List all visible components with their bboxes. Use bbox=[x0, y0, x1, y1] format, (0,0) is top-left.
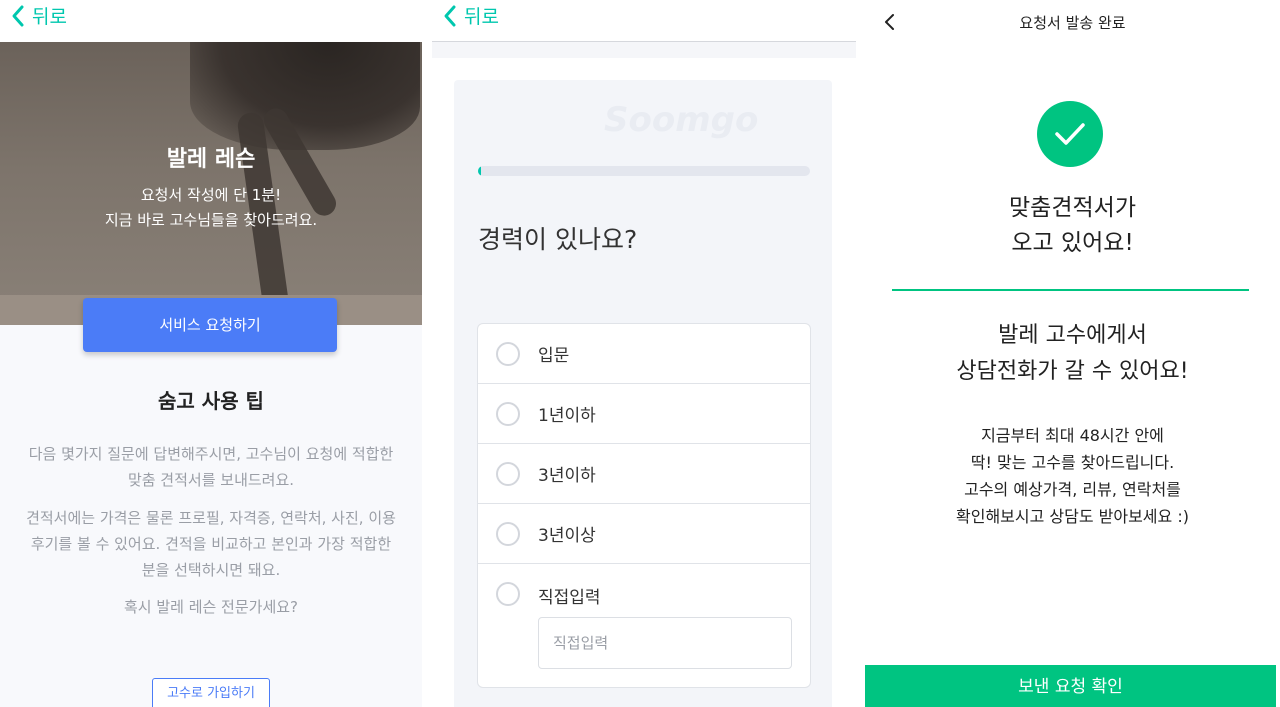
option-label: 직접입력 bbox=[538, 588, 601, 608]
radio-unchecked-icon[interactable] bbox=[496, 582, 520, 606]
tip-2: 견적서에는 가격은 물론 프로필, 자격증, 연락처, 사진, 이용 후기를 볼… bbox=[20, 505, 402, 583]
back-button[interactable]: 뒤로 bbox=[10, 2, 67, 29]
header-band bbox=[432, 42, 856, 58]
question-card: Soomgo 경력이 있나요? 입문 1년이하 3년이하 3년이상 직접입력 직… bbox=[454, 80, 832, 707]
tip-1-line2: 맞춤 견적서를 보내드려요. bbox=[127, 471, 295, 489]
option-label: 입문 bbox=[538, 346, 570, 366]
tip-1-line1: 다음 몇가지 질문에 답변해주시면, 고수님이 요청에 적합한 bbox=[28, 445, 394, 463]
chevron-left-icon bbox=[12, 5, 24, 26]
success-title-line1: 맞춤견적서가 bbox=[1009, 195, 1136, 221]
info-line1: 지금부터 최대 48시간 안에 bbox=[981, 426, 1164, 445]
success-badge bbox=[1037, 101, 1103, 167]
tip-2-line1: 견적서에는 가격은 물론 프로필, 자격증, 연락처, 사진, 이용 bbox=[26, 509, 396, 527]
option-label: 1년이하 bbox=[538, 406, 596, 426]
back-label: 뒤로 bbox=[464, 6, 499, 28]
option-item-direct[interactable]: 직접입력 bbox=[478, 564, 810, 687]
radio-unchecked-icon[interactable] bbox=[496, 521, 520, 546]
info-line2: 딱! 맞는 고수를 찾아드립니다. bbox=[970, 453, 1175, 472]
header-bar: 뒤로 bbox=[432, 0, 856, 42]
radio-unchecked-icon[interactable] bbox=[496, 461, 520, 486]
radio-unchecked-icon[interactable] bbox=[496, 341, 520, 366]
page-title: 요청서 발송 완료 bbox=[1019, 14, 1126, 32]
progress-fill bbox=[478, 166, 482, 176]
header-bar: 요청서 발송 완료 bbox=[865, 0, 1280, 44]
pro-signup-button[interactable]: 고수로 가입하기 bbox=[152, 678, 270, 707]
info-line3: 고수의 예상가격, 리뷰, 연락처를 bbox=[964, 480, 1181, 499]
header-bar: 뒤로 bbox=[0, 0, 422, 42]
question-panel: 뒤로 Soomgo 경력이 있나요? 입문 1년이하 3년이하 3년이상 직접입… bbox=[432, 0, 856, 707]
tips-title: 숨고 사용 팁 bbox=[158, 389, 264, 413]
option-item[interactable]: 3년이상 bbox=[478, 504, 810, 564]
divider-line bbox=[892, 289, 1249, 291]
hero-skirt-shape bbox=[190, 42, 420, 150]
tip-2-line3: 분을 선택하시면 돼요. bbox=[141, 561, 281, 579]
option-label: 3년이하 bbox=[538, 466, 596, 486]
hero-subtitle-line2: 지금 바로 고수님들을 찾아드려요. bbox=[104, 211, 318, 229]
tip-2-line2: 후기를 볼 수 있어요. 견적을 비교하고 본인과 가장 적합한 bbox=[30, 535, 392, 553]
option-item[interactable]: 1년이하 bbox=[478, 384, 810, 444]
progress-bar bbox=[478, 166, 810, 176]
tip-3: 혹시 발레 레슨 전문가세요? bbox=[123, 598, 299, 616]
request-sent-panel: 요청서 발송 완료 맞춤견적서가 오고 있어요! 발레 고수에게서 상담전화가 … bbox=[865, 0, 1280, 707]
service-landing-panel: 뒤로 발레 레슨 요청서 작성에 단 1분! 지금 바로 고수님들을 찾아드려요… bbox=[0, 0, 422, 707]
option-list: 입문 1년이하 3년이하 3년이상 직접입력 bbox=[477, 323, 811, 688]
question-title: 경력이 있나요? bbox=[478, 225, 638, 254]
view-sent-request-button[interactable]: 보낸 요청 확인 bbox=[865, 665, 1276, 707]
hero-title: 발레 레슨 bbox=[166, 147, 256, 172]
info-line4: 확인해보시고 상담도 받아보세요 :) bbox=[956, 507, 1189, 526]
request-service-button[interactable]: 서비스 요청하기 bbox=[83, 298, 337, 352]
success-title-line2: 오고 있어요! bbox=[1011, 230, 1134, 256]
back-button[interactable]: 뒤로 bbox=[442, 2, 499, 29]
back-label: 뒤로 bbox=[32, 6, 67, 28]
call-notice-line1: 발레 고수에게서 bbox=[998, 323, 1147, 348]
direct-input-field[interactable] bbox=[538, 617, 792, 669]
check-icon bbox=[1055, 123, 1085, 145]
option-item[interactable]: 3년이하 bbox=[478, 444, 810, 504]
radio-unchecked-icon[interactable] bbox=[496, 401, 520, 426]
tip-1: 다음 몇가지 질문에 답변해주시면, 고수님이 요청에 적합한 맞춤 견적서를 … bbox=[20, 441, 402, 493]
option-item[interactable]: 입문 bbox=[478, 324, 810, 384]
call-notice-line2: 상담전화가 갈 수 있어요! bbox=[956, 359, 1189, 384]
chevron-left-icon bbox=[444, 5, 456, 26]
hero-image: 발레 레슨 요청서 작성에 단 1분! 지금 바로 고수님들을 찾아드려요. bbox=[0, 42, 422, 325]
option-label: 3년이상 bbox=[538, 526, 596, 546]
brand-watermark: Soomgo bbox=[604, 100, 759, 140]
hero-subtitle-line1: 요청서 작성에 단 1분! bbox=[140, 186, 282, 204]
